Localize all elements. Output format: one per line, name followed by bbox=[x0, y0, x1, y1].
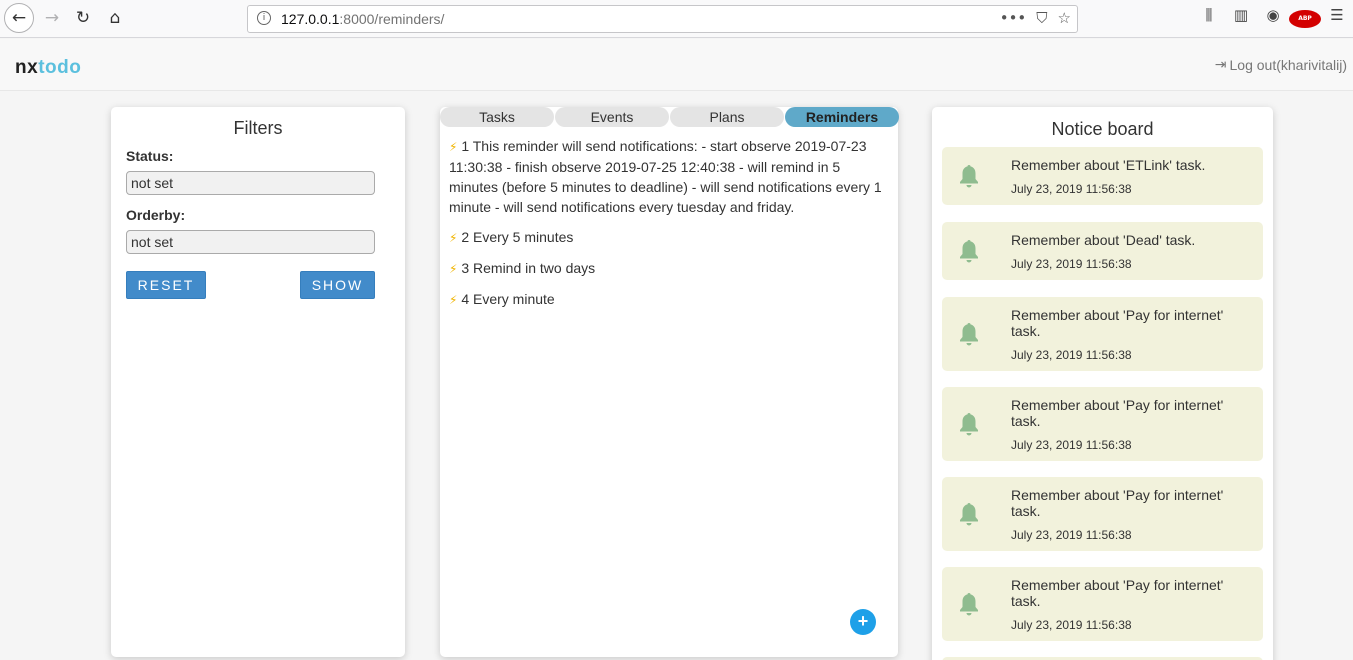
bell-icon bbox=[960, 240, 978, 263]
notice-card[interactable]: Remember about 'Pay for internet' task. … bbox=[942, 567, 1263, 641]
menu-icon[interactable]: ☰ bbox=[1321, 6, 1353, 28]
library-icon[interactable]: ⫼ bbox=[1193, 6, 1225, 28]
list-item[interactable]: ⚡ 3 Remind in two days bbox=[449, 258, 889, 279]
notice-date: July 23, 2019 11:56:38 bbox=[1011, 528, 1132, 542]
logout-link[interactable]: ⇥ Log out(kharivitalij) bbox=[1215, 57, 1347, 73]
add-reminder-button[interactable]: + bbox=[850, 609, 876, 635]
notice-card[interactable]: Remember about 'Pay for internet' task. … bbox=[942, 297, 1263, 371]
notice-date: July 23, 2019 11:56:38 bbox=[1011, 348, 1132, 362]
back-icon[interactable]: ← bbox=[4, 3, 34, 33]
info-icon[interactable]: i bbox=[257, 11, 271, 25]
status-label: Status: bbox=[126, 148, 174, 164]
notice-message: Remember about 'Dead' task. bbox=[1011, 232, 1196, 248]
main-panel: Tasks Events Plans Reminders ⚡ 1 This re… bbox=[440, 107, 899, 657]
notice-message: Remember about 'ETLink' task. bbox=[1011, 157, 1206, 173]
pocket-icon[interactable]: ⛉ bbox=[1036, 9, 1047, 27]
notice-message: Remember about 'Pay for internet' task. bbox=[1011, 487, 1224, 519]
account-icon[interactable]: ◉ bbox=[1257, 6, 1289, 28]
forward-icon[interactable]: → bbox=[38, 4, 66, 32]
page-actions-icon[interactable]: ••• bbox=[1000, 9, 1027, 27]
reset-button[interactable]: RESET bbox=[126, 271, 206, 299]
notice-board-panel: Notice board Remember about 'ETLink' tas… bbox=[932, 107, 1273, 660]
tab-reminders[interactable]: Reminders bbox=[785, 107, 899, 127]
notice-card[interactable]: Remember about 'ETLink' task. July 23, 2… bbox=[942, 147, 1263, 205]
browser-toolbar: ← → ↻ ⌂ i 127.0.0.1:8000/reminders/ ••• … bbox=[0, 0, 1353, 38]
lightning-icon: ⚡ bbox=[449, 293, 458, 307]
app-header: nxtodo ⇥ Log out(kharivitalij) bbox=[0, 39, 1353, 91]
reminder-list: ⚡ 1 This reminder will send notification… bbox=[449, 136, 889, 320]
notice-card[interactable]: Remember about 'Pay for internet' task. … bbox=[942, 387, 1263, 461]
filters-title: Filters bbox=[233, 118, 283, 138]
bell-icon bbox=[960, 593, 978, 616]
notice-card[interactable]: Remember about 'Pay for internet' task. … bbox=[942, 477, 1263, 551]
logo[interactable]: nxtodo bbox=[15, 57, 81, 79]
notice-date: July 23, 2019 11:56:38 bbox=[1011, 618, 1132, 632]
adblock-icon[interactable]: ABP bbox=[1289, 6, 1321, 28]
list-item[interactable]: ⚡ 1 This reminder will send notification… bbox=[449, 136, 889, 217]
bell-icon bbox=[960, 323, 978, 346]
bookmark-star-icon[interactable]: ☆ bbox=[1058, 9, 1071, 27]
notice-message: Remember about 'Pay for internet' task. bbox=[1011, 397, 1224, 429]
tab-tasks[interactable]: Tasks bbox=[440, 107, 554, 127]
sidebar-icon[interactable]: ▥ bbox=[1225, 6, 1257, 28]
lightning-icon: ⚡ bbox=[449, 231, 458, 245]
address-bar[interactable]: i 127.0.0.1:8000/reminders/ ••• ⛉ ☆ bbox=[247, 5, 1078, 33]
bell-icon bbox=[960, 413, 978, 436]
list-item[interactable]: ⚡ 4 Every minute bbox=[449, 289, 889, 310]
home-icon[interactable]: ⌂ bbox=[101, 4, 129, 32]
lightning-icon: ⚡ bbox=[449, 140, 458, 154]
orderby-select[interactable]: not set bbox=[126, 230, 375, 254]
notice-date: July 23, 2019 11:56:38 bbox=[1011, 182, 1132, 196]
lightning-icon: ⚡ bbox=[449, 262, 458, 276]
tab-plans[interactable]: Plans bbox=[670, 107, 784, 127]
status-select[interactable]: not set bbox=[126, 171, 375, 195]
url-text[interactable]: 127.0.0.1:8000/reminders/ bbox=[281, 11, 444, 27]
show-button[interactable]: SHOW bbox=[300, 271, 375, 299]
orderby-label: Orderby: bbox=[126, 207, 186, 223]
logout-label: Log out(kharivitalij) bbox=[1229, 57, 1348, 73]
list-item[interactable]: ⚡ 2 Every 5 minutes bbox=[449, 227, 889, 248]
tab-bar: Tasks Events Plans Reminders bbox=[440, 107, 899, 127]
bell-icon bbox=[960, 503, 978, 526]
notice-card[interactable]: Remember about 'Dead' task. July 23, 201… bbox=[942, 222, 1263, 280]
filters-panel: Filters Status: not set Orderby: not set… bbox=[111, 107, 405, 657]
reload-icon[interactable]: ↻ bbox=[69, 4, 97, 32]
tab-events[interactable]: Events bbox=[555, 107, 669, 127]
logout-icon: ⇥ bbox=[1214, 57, 1227, 73]
notice-date: July 23, 2019 11:56:38 bbox=[1011, 257, 1132, 271]
notice-message: Remember about 'Pay for internet' task. bbox=[1011, 307, 1224, 339]
bell-icon bbox=[960, 165, 978, 188]
notice-message: Remember about 'Pay for internet' task. bbox=[1011, 577, 1224, 609]
notice-board-title: Notice board bbox=[1051, 119, 1154, 139]
notice-date: July 23, 2019 11:56:38 bbox=[1011, 438, 1132, 452]
